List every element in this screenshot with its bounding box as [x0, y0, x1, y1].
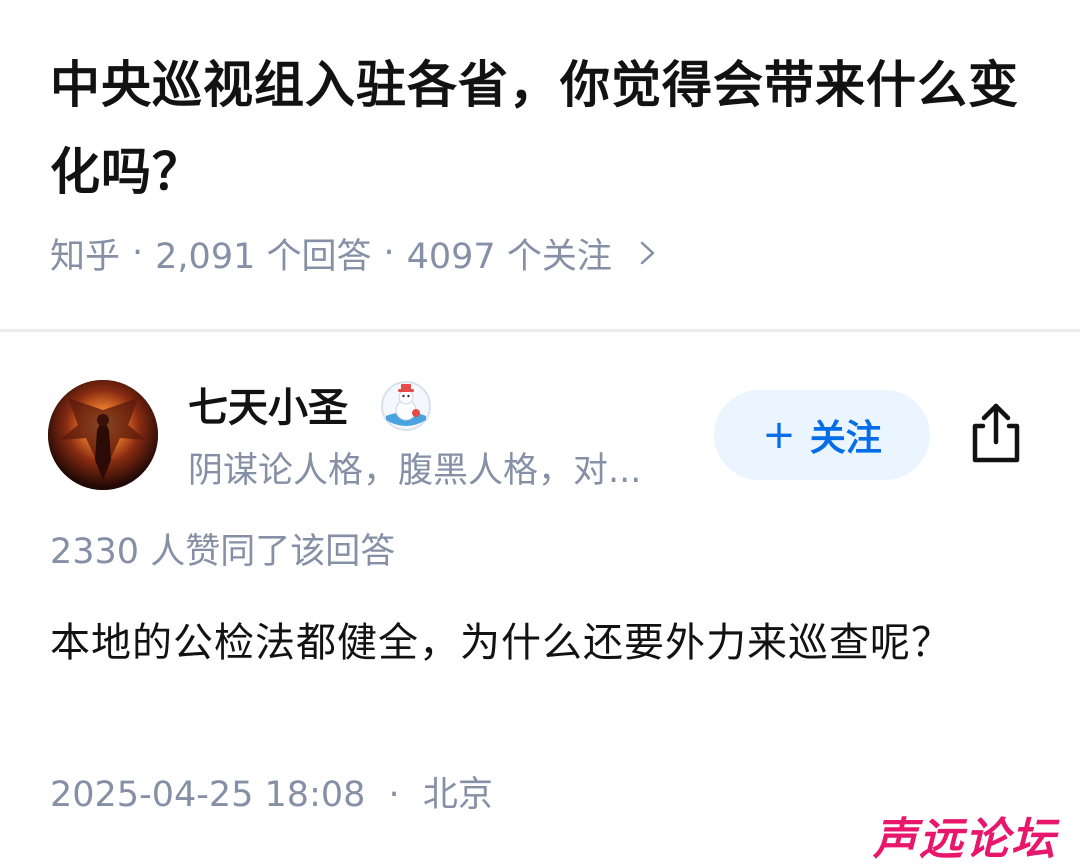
chevron-right-icon [640, 241, 655, 265]
watermark-logo: 声远论坛 [873, 814, 1057, 865]
vote-count: 2330 人赞同了该回答 [50, 532, 396, 572]
answer-timestamp: 2025-04-25 18:08 [50, 775, 366, 815]
zhihu-answer-page: 中央巡视组入驻各省，你觉得会带来什么变化吗？ 知乎 · 2,091 个回答 · … [0, 0, 1080, 865]
section-divider [0, 329, 1080, 332]
answer-footer: 2025-04-25 18:08 · 北京 [50, 770, 493, 820]
author-row: 七天小圣 阴谋论人格，腹黑人格，对... + 关注 [0, 370, 1080, 500]
author-name[interactable]: 七天小圣 [188, 378, 348, 438]
question-meta[interactable]: 知乎 · 2,091 个回答 · 4097 个关注 [50, 225, 660, 281]
follow-button-label: 关注 [809, 418, 882, 459]
plus-icon: + [762, 412, 796, 458]
meta-separator: · [383, 233, 395, 273]
follow-button[interactable]: + 关注 [714, 390, 930, 480]
share-icon[interactable] [963, 400, 1029, 466]
answer-count: 2,091 个回答 [155, 236, 372, 277]
answer-location: 北京 [422, 775, 493, 815]
follower-count: 4097 个关注 [406, 236, 612, 277]
question-header[interactable]: 中央巡视组入驻各省，你觉得会带来什么变化吗？ 知乎 · 2,091 个回答 · … [0, 0, 1080, 330]
avatar[interactable] [48, 380, 158, 490]
footer-separator: · [388, 775, 400, 815]
author-bio: 阴谋论人格，腹黑人格，对... [188, 451, 642, 491]
source-label: 知乎 [50, 236, 121, 277]
avatar-art [48, 380, 158, 490]
meta-separator: · [132, 233, 144, 273]
question-title[interactable]: 中央巡视组入驻各省，你觉得会带来什么变化吗？ [50, 42, 1040, 216]
snowman-badge-icon [381, 381, 431, 431]
answer-body[interactable]: 本地的公检法都健全，为什么还要外力来巡查呢？ [50, 608, 1030, 678]
